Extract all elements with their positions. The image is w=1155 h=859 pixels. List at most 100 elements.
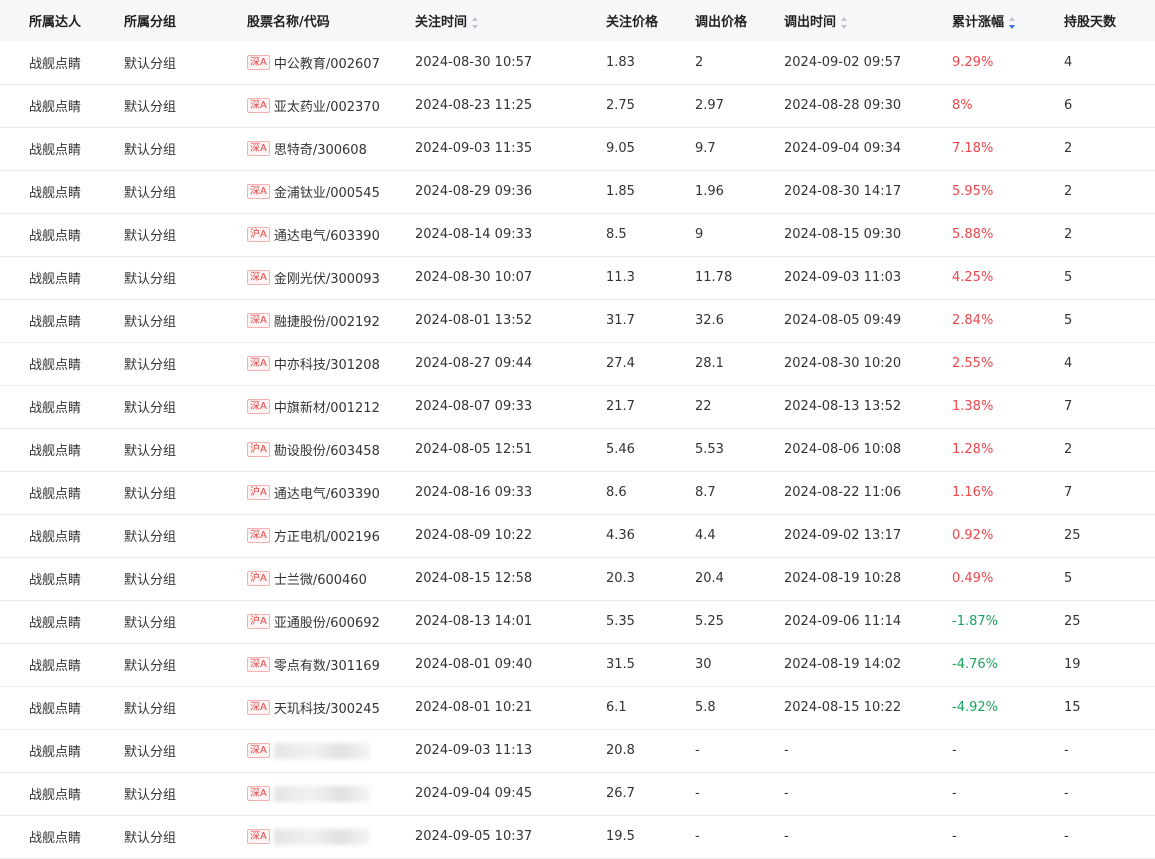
table-row[interactable]: 战舰点睛 默认分组 沪A 勘设股份/603458 2024-08-05 12:51 5.4… [0,428,1155,471]
cell-watch-price: 1.85 [606,184,635,199]
cell-group: 默认分组 [124,788,177,803]
stock-name-code[interactable]: 亚通股份/600692 [274,616,380,631]
stock-name-code[interactable]: 金浦钛业/000545 [274,186,380,201]
table-row[interactable]: 战舰点睛 默认分组 沪A 士兰微/600460 2024-08-15 12:58 20.3… [0,557,1155,600]
table-row[interactable]: 战舰点睛 默认分组 深A 2024-09-04 09:45 26.7 - - - - [0,772,1155,815]
cell-daren: 战舰点睛 [29,616,82,631]
table-row[interactable]: 战舰点睛 默认分组 深A 2024-09-05 10:37 19.5 - - - - [0,815,1155,858]
cell-stock: 深A 中旗新材/001212 [247,385,415,428]
cell-watch-price: 20.3 [606,571,635,586]
cell-change: 7.18% [952,141,994,156]
stock-name-code[interactable]: 勘设股份/603458 [274,444,380,459]
cell-group: 默认分组 [124,702,177,717]
stock-name-code[interactable]: 中亦科技/301208 [274,358,380,373]
cell-change: -4.92% [952,700,998,715]
cell-watch-time: 2024-08-01 10:21 [415,700,533,715]
cell-daren: 战舰点睛 [29,56,82,72]
table-row[interactable]: 战舰点睛 默认分组 深A 方正电机/002196 2024-08-09 10:22 4.3… [0,514,1155,557]
cell-group: 默认分组 [124,315,177,330]
cell-out-price: - [695,743,700,758]
table-row[interactable]: 战舰点睛 默认分组 深A 金浦钛业/000545 2024-08-29 09:36 1.8… [0,170,1155,213]
cell-days: - [1064,743,1069,758]
redacted-stock-name [273,742,370,759]
stock-name-code[interactable]: 思特奇/300608 [274,143,367,158]
cell-watch-time: 2024-08-29 09:36 [415,184,533,199]
cell-out-time: 2024-08-19 10:28 [784,571,902,586]
cell-stock: 深A 中公教育/002607 [247,41,415,84]
header-label: 调出价格 [695,15,748,30]
cell-watch-time: 2024-08-27 09:44 [415,356,533,371]
col-header-out-time[interactable]: 调出时间 [784,0,952,41]
cell-group: 默认分组 [124,573,177,588]
cell-stock: 沪A 通达电气/603390 [247,471,415,514]
cell-watch-time: 2024-08-30 10:07 [415,270,533,285]
cell-watch-time: 2024-08-13 14:01 [415,614,533,629]
cell-out-time: 2024-08-28 09:30 [784,98,902,113]
stock-name-code[interactable]: 中公教育/002607 [274,57,380,72]
cell-group: 默认分组 [124,659,177,674]
cell-watch-time: 2024-09-05 10:37 [415,829,533,844]
stock-name-code[interactable]: 融捷股份/002192 [274,315,380,330]
cell-stock: 深A 方正电机/002196 [247,514,415,557]
cell-watch-price: 19.5 [606,829,635,844]
col-header-change[interactable]: 累计涨幅 [952,0,1064,41]
cell-days: 5 [1064,571,1073,586]
cell-out-time: 2024-09-06 11:14 [784,614,902,629]
cell-change: - [952,786,957,801]
stock-name-code[interactable]: 天玑科技/300245 [274,702,380,717]
cell-watch-time: 2024-08-23 11:25 [415,98,533,113]
table-row[interactable]: 战舰点睛 默认分组 深A 天玑科技/300245 2024-08-01 10:21 6.1… [0,686,1155,729]
stock-name-code[interactable]: 金刚光伏/300093 [274,272,380,287]
table-row[interactable]: 战舰点睛 默认分组 沪A 亚通股份/600692 2024-08-13 14:01 5.3… [0,600,1155,643]
cell-change: 0.92% [952,528,994,543]
table-row[interactable]: 战舰点睛 默认分组 深A 融捷股份/002192 2024-08-01 13:52 31.… [0,299,1155,342]
cell-watch-price: 5.46 [606,442,635,457]
table-row[interactable]: 战舰点睛 默认分组 深A 中旗新材/001212 2024-08-07 09:33 21.… [0,385,1155,428]
cell-watch-price: 21.7 [606,399,635,414]
stock-name-code[interactable]: 零点有数/301169 [274,659,380,674]
cell-group: 默认分组 [124,143,177,158]
cell-stock: 深A 融捷股份/002192 [247,299,415,342]
table-row[interactable]: 战舰点睛 默认分组 沪A 通达电气/603390 2024-08-16 09:33 8.6… [0,471,1155,514]
market-badge: 沪A [247,614,270,629]
header-label: 所属达人 [29,15,82,30]
market-badge: 深A [247,700,270,715]
table-row[interactable]: 战舰点睛 默认分组 沪A 通达电气/603390 2024-08-14 09:33 8.5… [0,213,1155,256]
table-row[interactable]: 战舰点睛 默认分组 深A 亚太药业/002370 2024-08-23 11:25 2.7… [0,84,1155,127]
table-row[interactable]: 战舰点睛 默认分组 深A 思特奇/300608 2024-09-03 11:35 9.05… [0,127,1155,170]
cell-watch-price: 27.4 [606,356,635,371]
stock-name-code[interactable]: 方正电机/002196 [274,530,380,545]
cell-out-price: 22 [695,399,712,414]
table-row[interactable]: 战舰点睛 默认分组 深A 2024-09-03 11:13 20.8 - - - - [0,729,1155,772]
cell-watch-price: 26.7 [606,786,635,801]
cell-group: 默认分组 [124,487,177,502]
cell-days: 25 [1064,528,1081,543]
cell-change: 9.29% [952,54,994,70]
table-row[interactable]: 战舰点睛 默认分组 深A 中公教育/002607 2024-08-30 10:57 1.8… [0,41,1155,84]
cell-days: 5 [1064,313,1073,328]
stock-name-code[interactable]: 中旗新材/001212 [274,401,380,416]
col-header-watch-time[interactable]: 关注时间 [415,0,606,41]
cell-out-time: 2024-08-15 10:22 [784,700,902,715]
cell-group: 默认分组 [124,401,177,416]
table-row[interactable]: 战舰点睛 默认分组 深A 中亦科技/301208 2024-08-27 09:44 27.… [0,342,1155,385]
sort-icon[interactable] [472,16,479,29]
cell-watch-time: 2024-08-07 09:33 [415,399,533,414]
cell-out-price: 30 [695,657,712,672]
stock-name-code[interactable]: 通达电气/603390 [274,229,380,244]
cell-watch-time: 2024-08-05 12:51 [415,442,533,457]
stock-name-code[interactable]: 通达电气/603390 [274,487,380,502]
sort-desc-icon[interactable] [1009,16,1016,29]
cell-daren: 战舰点睛 [29,143,82,158]
cell-out-price: 28.1 [695,356,724,371]
table-row[interactable]: 战舰点睛 默认分组 深A 零点有数/301169 2024-08-01 09:40 31.… [0,643,1155,686]
sort-icon[interactable] [841,16,848,29]
cell-change: 2.55% [952,356,994,371]
stock-name-code[interactable]: 士兰微/600460 [274,573,367,588]
cell-stock: 深A 金刚光伏/300093 [247,256,415,299]
market-badge: 深A [247,184,270,199]
table-row[interactable]: 战舰点睛 默认分组 深A 金刚光伏/300093 2024-08-30 10:07 11.… [0,256,1155,299]
col-header-daren: 所属达人 [0,0,124,41]
cell-daren: 战舰点睛 [29,530,82,545]
stock-name-code[interactable]: 亚太药业/002370 [274,100,380,115]
